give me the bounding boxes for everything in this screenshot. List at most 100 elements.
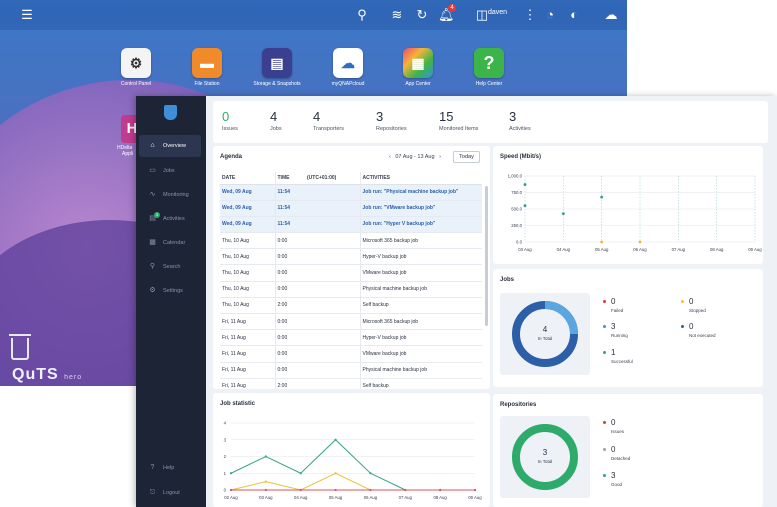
data-point [334,472,337,475]
x-tick-label: 04 Aug [557,247,571,252]
activity-cell: Job run: "Physical machine backup job" [359,184,482,201]
chevron-left-icon[interactable]: ‹ [389,154,391,160]
sidebar-item-label: Overview [163,143,186,149]
sidebar-item-label: Logout [163,490,180,496]
sidebar-item-help[interactable]: ? Help [139,457,201,479]
cloud-icon[interactable]: ☁ [603,7,619,23]
table-row[interactable]: Thu, 10 Aug 0:00 VMware backup job [220,264,482,282]
activities-badge: 3 [154,212,160,218]
legend-label: Detached [611,456,631,461]
table-row[interactable]: Wed, 09 Aug 11:54 Job run: "Hyper V backup… [220,216,482,234]
more-options-icon[interactable]: ⋮ [522,7,538,23]
sidebar-item-label: Calendar [163,240,186,246]
app-label: Help Center [475,81,503,87]
x-tick-label: 03 Aug [518,247,532,252]
stat-activities[interactable]: 3 Activities [509,109,531,132]
sidebar-item-activities[interactable]: ▤ Activities 3 [139,208,201,230]
sidebar-item-search[interactable]: ⚲ Search [139,256,201,278]
stat-jobs[interactable]: 4 Jobs [270,109,282,132]
grid-icon: ▦ [403,48,433,78]
donut-center: 4 In Total [500,325,590,341]
scrollbar[interactable] [485,186,488,326]
app-file-station[interactable]: ▬ File Station [177,48,237,87]
x-tick-label: 02 Aug [224,495,238,500]
legend-label: Failed [611,308,624,313]
stat-value: 0 [222,109,230,124]
stat-label: Activities [509,126,531,132]
speedometer-icon[interactable]: ◐ [566,7,582,23]
sidebar-item-logout[interactable]: ⎋ Logout [139,482,201,504]
legend-dot [603,351,606,354]
table-row[interactable]: Fri, 11 Aug 0:00 VMware backup job [220,345,482,363]
sidebar-item-jobs[interactable]: ▭ Jobs [139,160,201,182]
data-point [264,455,267,458]
x-tick-label: 08 Aug [433,495,447,500]
table-row[interactable]: Fri, 11 Aug 2:00 Self backup [220,378,482,389]
sync-icon[interactable]: ↻ [414,7,430,23]
table-row[interactable]: Thu, 10 Aug 0:00 Physical machine backup j… [220,281,482,298]
table-row[interactable]: Thu, 10 Aug 0:00 Hyper-V backup job [220,248,482,266]
dashboard-icon[interactable]: ◔ [542,7,558,23]
app-storage-snapshots[interactable]: ▤ Storage & Snapshots [247,48,307,87]
data-point [264,488,267,492]
app-label: Storage & Snapshots [253,81,301,87]
table-row[interactable]: Wed, 09 Aug 11:54 Job run: "Physical machi… [220,184,482,201]
table-row[interactable]: Wed, 09 Aug 11:54 Job run: "VMware backup … [220,200,482,217]
table-row[interactable]: Thu, 10 Aug 0:00 Microsoft 365 backup job [220,232,482,250]
legend-value: 1 [611,348,616,357]
date-cell: Fri, 11 Aug [220,345,275,363]
activity-cell: VMware backup job [359,345,482,363]
agenda-card: Agenda ‹ 07 Aug - 13 Aug › Today DATE TI… [213,146,490,389]
search-icon[interactable]: ⚲ [354,7,370,23]
sidebar-item-monitoring[interactable]: ∿ Monitoring [139,184,201,206]
table-row[interactable]: Thu, 10 Aug 2:00 Self backup [220,297,482,315]
stack-icon[interactable]: ≋ [389,7,405,23]
app-help-center[interactable]: ? Help Center [459,48,519,87]
chevron-right-icon[interactable]: › [439,154,441,160]
activity-cell: Hyper-V backup job [359,248,482,266]
sidebar-item-overview[interactable]: ⌂ Overview [139,135,201,157]
storage-icon: ▤ [262,48,292,78]
trash-icon[interactable] [9,334,31,360]
stat-repositories[interactable]: 3 Repositories [376,109,407,132]
time-cell: 0:00 [274,232,305,250]
date-cell: Fri, 11 Aug [220,378,275,389]
user-name[interactable]: daven [488,9,507,16]
app-center[interactable]: ▦ App Center [388,48,448,87]
time-cell: 0:00 [274,362,305,379]
activity-cell: Hyper-V backup job [359,329,482,347]
logout-icon: ⎋ [149,489,156,496]
x-tick-label: 09 Aug [468,495,482,500]
speed-chart: 1,000.0 750.0 500.0 250.0 0.0 03 Aug 04 Aug 05 … [508,174,763,253]
app-myqnapcloud[interactable]: ☁ myQNAPcloud [318,48,378,87]
stat-issues[interactable]: 0 Issues [222,109,238,132]
app-control-panel[interactable]: ⚙ Control Panel [106,48,166,87]
job-statistic-chart: 4 3 2 1 0 02 Aug 03 Aug 04 Aug 05 Aug 06 Aug 07 Au… [224,421,483,501]
table-row[interactable]: Fri, 11 Aug 0:00 Hyper-V backup job [220,329,482,347]
sidebar: ⌂ Overview ▭ Jobs ∿ Monitoring ▤ Activities 3… [136,96,206,507]
legend-value: 0 [611,297,616,306]
sidebar-item-settings[interactable]: ⚙ Settings [139,280,201,302]
date-cell: Wed, 09 Aug [220,200,275,217]
legend-value: 0 [611,418,616,427]
column-header: ACTIVITIES [359,172,482,185]
timezone-cell [305,200,360,217]
jobs-card: Jobs 4 In Total 0 Failed 0 Stopped 3 Runnin… [493,269,763,387]
timezone-cell [305,216,360,234]
agenda-table-body: Wed, 09 Aug 11:54 Job run: "Physical machi… [220,184,482,389]
stat-transporters[interactable]: 4 Transporters [313,109,344,132]
legend-value: 3 [611,322,616,331]
stat-label: Monitored Items [439,126,479,132]
card-title: Jobs [500,277,515,283]
stat-label: Repositories [376,126,407,132]
legend-dot [681,325,684,328]
time-cell: 0:00 [274,313,305,331]
table-row[interactable]: Fri, 11 Aug 0:00 Microsoft 365 backup job [220,313,482,331]
sidebar-item-calendar[interactable]: ▦ Calendar [139,232,201,254]
date-cell: Thu, 10 Aug [220,297,275,315]
menu-icon[interactable]: ☰ [19,7,35,23]
stat-monitored-items[interactable]: 15 Monitored Items [439,109,478,132]
table-row[interactable]: Fri, 11 Aug 0:00 Physical machine backup j… [220,362,482,379]
today-button[interactable]: Today [453,151,480,163]
time-cell: 0:00 [274,329,305,347]
